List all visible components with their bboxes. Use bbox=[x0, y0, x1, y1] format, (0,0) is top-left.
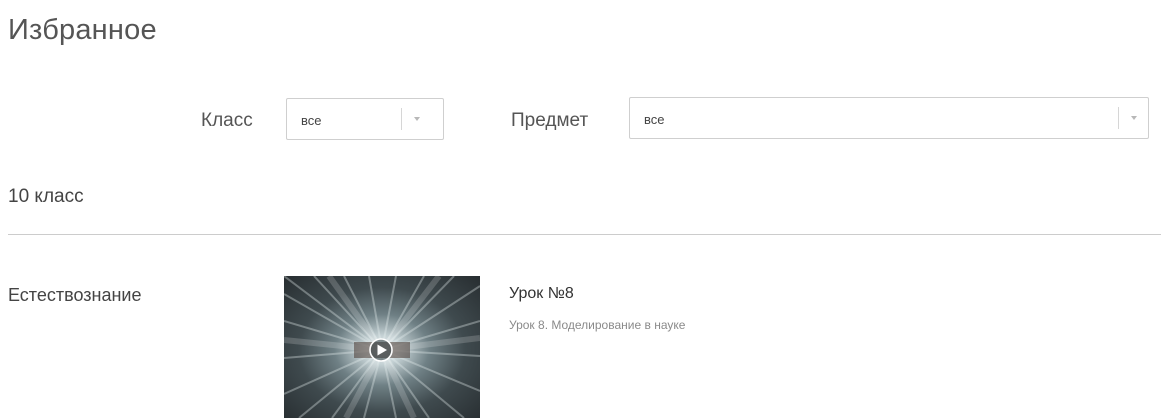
subject-name: Естествознание bbox=[8, 285, 142, 305]
grade-heading: 10 класс bbox=[8, 186, 84, 207]
thumbnail-rays bbox=[284, 276, 480, 418]
lesson-description: Урок 8. Моделирование в науке bbox=[509, 318, 686, 332]
play-icon[interactable] bbox=[369, 338, 393, 362]
class-filter-label: Класс bbox=[201, 110, 253, 131]
chevron-down-icon[interactable] bbox=[414, 117, 420, 121]
divider bbox=[8, 234, 1161, 235]
page-title: Избранное bbox=[8, 14, 157, 46]
select-separator bbox=[1118, 107, 1119, 129]
subject-filter-label: Предмет bbox=[511, 110, 589, 131]
select-separator bbox=[401, 108, 402, 130]
subject-select-value: все bbox=[644, 112, 665, 127]
subject-select[interactable]: все bbox=[629, 97, 1149, 139]
lesson-thumbnail[interactable] bbox=[284, 276, 480, 418]
class-select[interactable]: все bbox=[286, 98, 444, 140]
class-select-value: все bbox=[301, 113, 322, 128]
chevron-down-icon[interactable] bbox=[1131, 116, 1137, 120]
lesson-title-link[interactable]: Урок №8 bbox=[509, 285, 574, 303]
